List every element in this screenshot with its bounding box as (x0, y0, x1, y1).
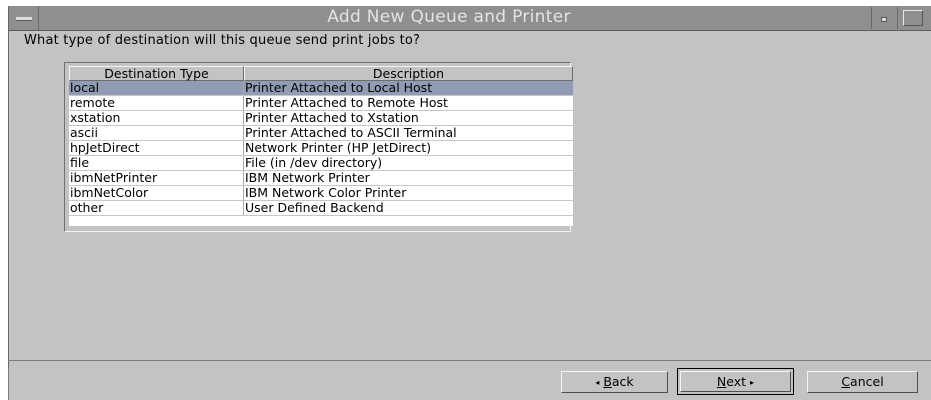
left-arrow-icon: ◂ (595, 378, 600, 387)
cancel-mnemonic: C (841, 374, 851, 389)
back-button[interactable]: ◂ Back (561, 371, 668, 393)
table-rows: local Printer Attached to Local Host remot… (69, 81, 573, 216)
cancel-button[interactable]: Cancel (807, 371, 918, 393)
button-area-divider (8, 360, 931, 361)
column-header-destination-type[interactable]: Destination Type (69, 66, 244, 81)
back-mnemonic: B (603, 374, 612, 389)
table-row[interactable]: hpJetDirect Network Printer (HP JetDirect… (69, 141, 573, 156)
destination-table: Destination Type Description local Printe… (64, 62, 573, 232)
destination-table-body: Destination Type Description local Printe… (69, 66, 573, 226)
description-cell: Printer Attached to Local Host (245, 81, 433, 95)
table-header: Destination Type Description (69, 66, 573, 81)
destination-type-cell: remote (69, 96, 244, 110)
description-cell: Printer Attached to Xstation (245, 111, 419, 125)
window-title: Add New Queue and Printer (327, 7, 571, 27)
right-arrow-icon: ▸ (750, 378, 755, 387)
title-bar[interactable]: Add New Queue and Printer (9, 6, 931, 31)
destination-type-cell: local (69, 81, 244, 95)
description-cell: User Defined Backend (245, 201, 384, 215)
destination-type-cell: other (69, 201, 244, 215)
next-button[interactable]: Next ▸ (680, 371, 791, 392)
window-menu-button[interactable] (9, 6, 39, 30)
description-cell: File (in /dev directory) (245, 156, 383, 170)
description-cell: IBM Network Color Printer (245, 186, 407, 200)
table-row[interactable]: ibmNetColor IBM Network Color Printer (69, 186, 573, 201)
destination-type-cell: ibmNetColor (69, 186, 244, 200)
default-button-frame: Next ▸ (677, 368, 794, 395)
description-cell: IBM Network Printer (245, 171, 370, 185)
destination-prompt: What type of destination will this queue… (24, 33, 421, 48)
minimize-button[interactable] (871, 7, 895, 29)
destination-type-cell: xstation (69, 111, 244, 125)
destination-type-cell: ibmNetPrinter (69, 171, 244, 185)
back-label: ack (611, 374, 634, 389)
table-row[interactable]: ascii Printer Attached to ASCII Terminal (69, 126, 573, 141)
table-row[interactable]: other User Defined Backend (69, 201, 573, 216)
table-row[interactable]: file File (in /dev directory) (69, 156, 573, 171)
destination-type-cell: file (69, 156, 244, 170)
description-cell: Network Printer (HP JetDirect) (245, 141, 432, 155)
window-menu-icon (16, 17, 32, 21)
table-row[interactable]: ibmNetPrinter IBM Network Printer (69, 171, 573, 186)
cancel-label: ancel (850, 374, 884, 389)
maximize-button[interactable] (897, 7, 930, 29)
table-row[interactable]: remote Printer Attached to Remote Host (69, 96, 573, 111)
destination-type-cell: ascii (69, 126, 244, 140)
table-row[interactable]: local Printer Attached to Local Host (69, 81, 573, 96)
description-cell: Printer Attached to ASCII Terminal (245, 126, 457, 140)
description-cell: Printer Attached to Remote Host (245, 96, 448, 110)
next-label: ext (726, 374, 747, 389)
destination-type-cell: hpJetDirect (69, 141, 244, 155)
column-header-description[interactable]: Description (244, 66, 573, 81)
table-row[interactable]: xstation Printer Attached to Xstation (69, 111, 573, 126)
next-mnemonic: N (716, 374, 727, 389)
minimize-icon (881, 17, 887, 22)
maximize-icon (903, 10, 923, 26)
button-area-edge (8, 368, 9, 400)
